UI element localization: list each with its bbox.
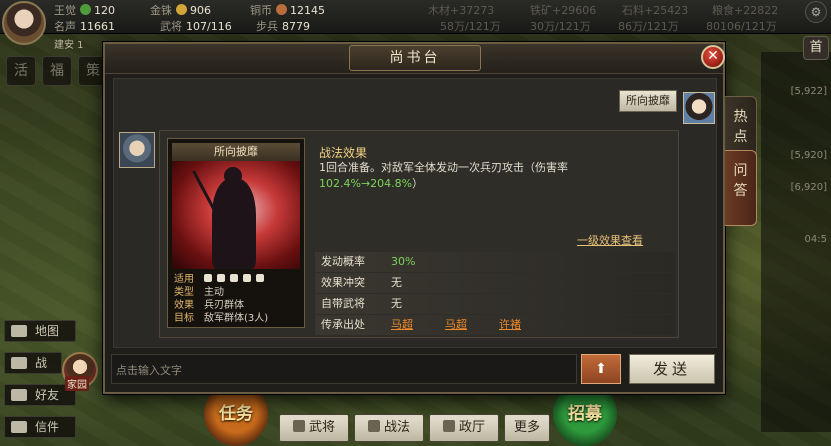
tab-qa[interactable]: 问 答 (725, 150, 757, 226)
res-prestige: 王觉 120 (54, 4, 115, 17)
chat-input-box[interactable] (111, 354, 577, 384)
friends-icon (11, 389, 27, 401)
res-food-cap: 80106/121万 (706, 20, 777, 33)
tab-hall[interactable]: 政厅 (429, 414, 499, 442)
res-copper: 铜币 12145 (250, 4, 325, 17)
res-fame: 名声 11661 (54, 20, 115, 33)
effect-title: 战法效果 (319, 146, 368, 160)
battle-icon (11, 357, 27, 369)
helmet-icon (292, 420, 305, 432)
shield-icon (217, 274, 225, 282)
activity-button[interactable]: 活 (6, 56, 36, 86)
res-food: 粮食+22822 (712, 4, 779, 17)
send-button[interactable]: 发送 (629, 354, 715, 384)
info-row-conflict: 效果冲突 无 (315, 273, 675, 293)
scroll-up-button[interactable]: ⬆ (581, 354, 621, 384)
res-stone: 石料+25423 (622, 4, 689, 17)
season-label: 建安 1 (54, 40, 84, 51)
cavalry-icon (204, 274, 212, 282)
res-generals: 武将 107/116 (160, 20, 232, 33)
gold-coin-icon (176, 4, 187, 15)
res-wood-cap: 58万/121万 (440, 20, 501, 33)
coord-label: [5,922] (790, 86, 827, 97)
info-row-own-general: 自带武将 无 (315, 294, 675, 314)
heir-link[interactable]: 许褚 (499, 315, 521, 335)
dialog-header: 尚书台 ✕ (105, 44, 725, 74)
hall-icon (442, 420, 455, 432)
info-row-rate: 发动概率 30% (315, 252, 675, 272)
gear-icon[interactable]: ⚙ (805, 1, 827, 23)
res-gold: 金铢 906 (150, 4, 211, 17)
heir-link[interactable]: 马超 (445, 315, 467, 335)
tactic-info-table: 发动概率 30% 效果冲突 无 自带武将 无 传承出处 马超 马超 许褚 (315, 252, 675, 336)
adviser-avatar (683, 92, 715, 124)
green-gem-icon (80, 4, 91, 15)
resource-bar: 王觉 120 金铢 906 铜币 12145 名声 11661 武将 107/116 步兵… (0, 0, 831, 34)
chat-input[interactable] (116, 359, 572, 381)
level-one-effect-link[interactable]: 一级效果查看 (577, 232, 643, 248)
tab-generals[interactable]: 武将 (279, 414, 349, 442)
coord-label: [5,920] (790, 150, 827, 161)
tab-more[interactable]: 更多 (504, 414, 550, 442)
tactic-card[interactable]: 所向披靡 适用 类型 主动 效果 兵刃群体 目标 敌军群体(3人) (167, 138, 305, 328)
tab-tactics[interactable]: 战法 (354, 414, 424, 442)
menu-map[interactable]: 地图 (4, 320, 76, 342)
copper-coin-icon (276, 4, 287, 15)
shangshutai-dialog: 尚书台 ✕ 所向披靡 所向披靡 适用 类型 主动 效果 兵刃群体 目标 敌军群体(3人… (103, 42, 725, 394)
bow-icon (230, 274, 238, 282)
info-row-heir: 传承出处 马超 马超 许褚 (315, 315, 675, 335)
leader-tab[interactable]: 首 (803, 36, 829, 60)
res-stone-cap: 86万/121万 (618, 20, 679, 33)
coord-label: [6,920] (790, 182, 827, 193)
tactic-card-art (172, 161, 300, 269)
tactic-card-title: 所向披靡 (172, 143, 300, 161)
menu-mail[interactable]: 信件 (4, 416, 76, 438)
map-icon (11, 325, 27, 337)
timer-label: 04:5 (804, 234, 827, 245)
close-icon[interactable]: ✕ (701, 45, 725, 69)
tactic-card-meta: 适用 类型 主动 效果 兵刃群体 目标 敌军群体(3人) (174, 274, 269, 324)
right-map-panel: [5,922] [5,920] [6,920] 04:5 (761, 52, 831, 432)
res-iron-cap: 30万/121万 (530, 20, 591, 33)
scroll-icon (367, 420, 380, 432)
menu-battle[interactable]: 战 (4, 352, 62, 374)
mail-icon (11, 421, 27, 433)
res-troops: 步兵 8779 (256, 20, 310, 33)
adviser-message[interactable]: 所向披靡 (619, 90, 677, 112)
res-wood: 木材+37273 (428, 4, 495, 17)
heir-link[interactable]: 马超 (391, 315, 413, 335)
siege-icon (256, 274, 264, 282)
effect-description: 1回合准备。对敌军全体发动一次兵刃攻击（伤害率102.4%→204.8%） (319, 161, 568, 190)
dialog-title: 尚书台 (349, 45, 481, 71)
home-label: 家园 (65, 376, 89, 391)
general-avatar (119, 132, 155, 168)
spear-icon (243, 274, 251, 282)
player-avatar[interactable] (2, 1, 46, 45)
res-iron: 铁矿+29606 (530, 4, 597, 17)
welfare-button[interactable]: 福 (42, 56, 72, 86)
